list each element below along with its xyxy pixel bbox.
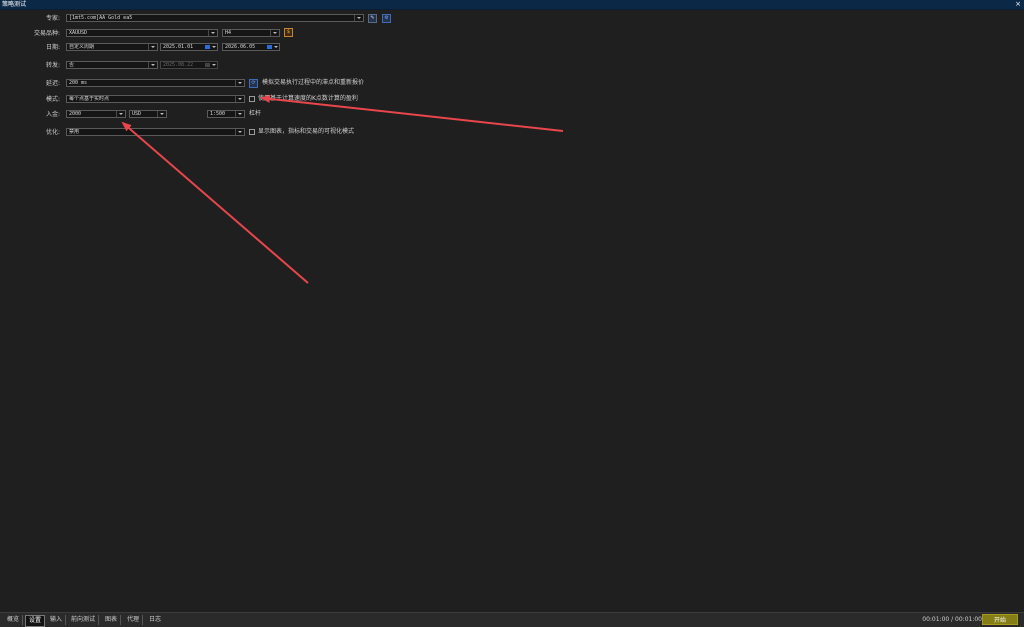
bottom-tab-bar: 概览 设置 输入 前向测试 图表 代理 日志 00:01:00 / 00:01:… [0, 612, 1024, 627]
elapsed-time: 00:01:00 / 00:01:00 [922, 616, 982, 623]
annotation-arrows [121, 94, 564, 284]
tab-forward[interactable]: 前向测试 [68, 615, 100, 625]
tab-journal[interactable]: 日志 [146, 615, 164, 625]
tab-inputs[interactable]: 输入 [47, 615, 67, 625]
annotation-arrow-deposit [121, 121, 309, 284]
annotation-arrow-model [260, 94, 564, 132]
start-button[interactable]: 开始 [982, 614, 1018, 625]
tab-agents[interactable]: 代理 [124, 615, 144, 625]
tab-overview[interactable]: 概览 [4, 615, 24, 625]
tab-settings[interactable]: 设置 [25, 615, 46, 627]
tab-graph[interactable]: 图表 [102, 615, 122, 625]
